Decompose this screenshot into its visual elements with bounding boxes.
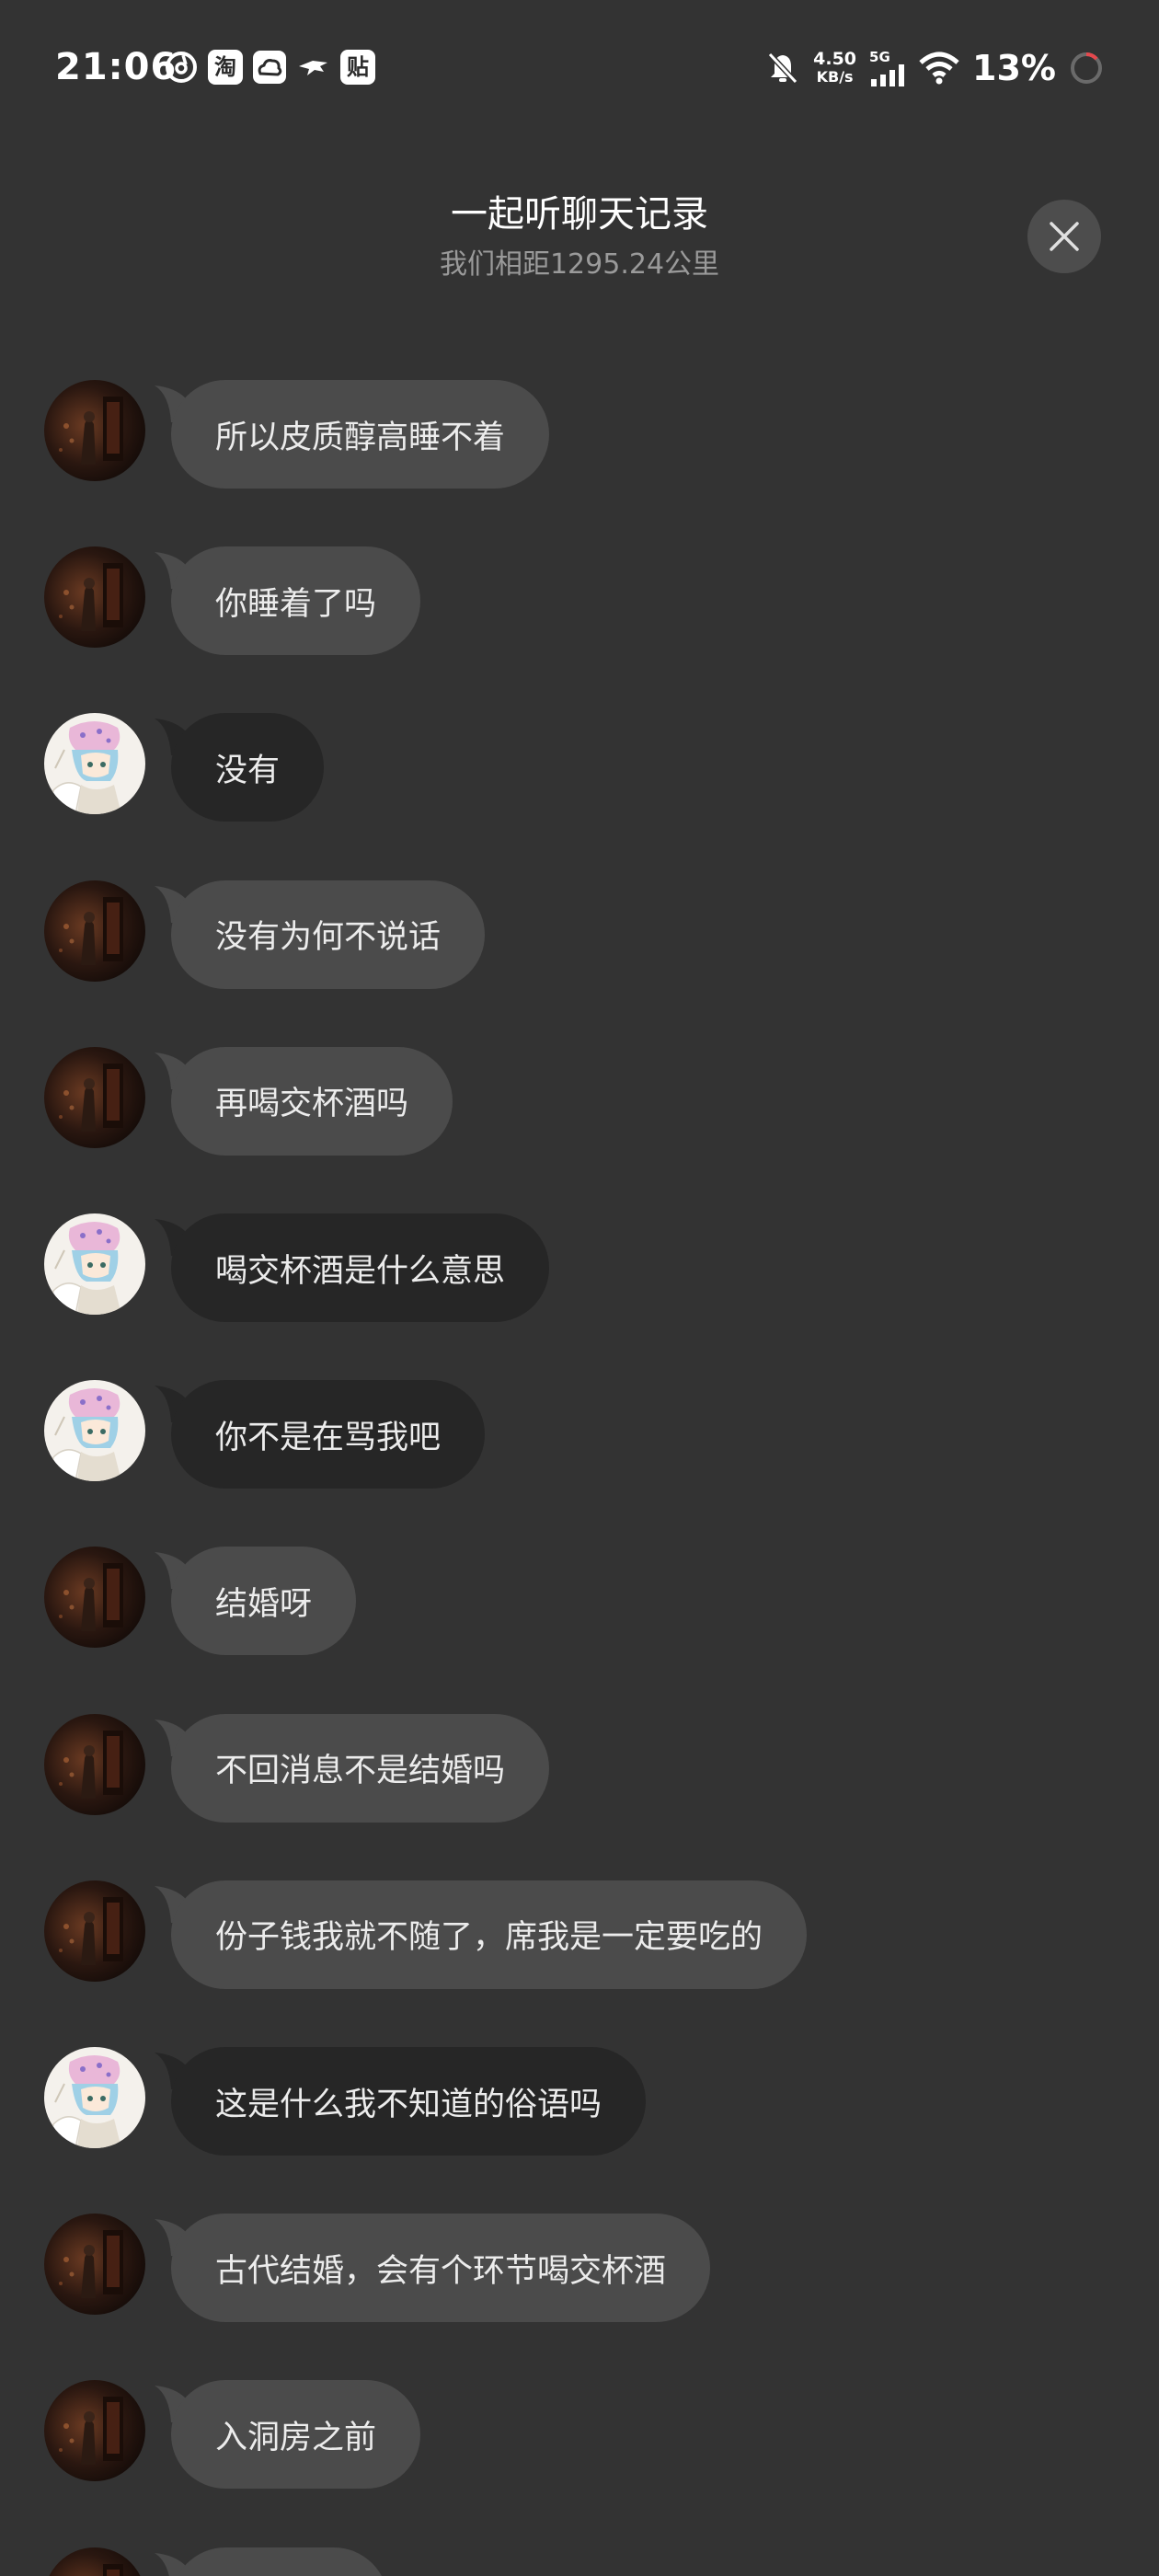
dark-photo-avatar-icon xyxy=(44,1880,145,1982)
message-row xyxy=(44,2547,1130,2576)
message-list[interactable]: 所以皮质醇高睡不着 你睡着了吗没有没有为何不说话 再喝交杯酒吗 喝交杯酒是什么意思 你不… xyxy=(0,0,1159,2576)
chat-history-screen: 21:06 淘 贴 4.50 KB/s 5G 13% 一起听聊天记录 我们相距1… xyxy=(0,0,1159,2576)
message-bubble[interactable] xyxy=(171,2547,388,2576)
message-row: 入洞房之前 xyxy=(44,2380,1130,2490)
dark-photo-avatar-icon xyxy=(44,2380,145,2482)
avatar-other[interactable] xyxy=(44,2547,145,2576)
message-bubble[interactable]: 你睡着了吗 xyxy=(171,546,421,656)
avatar-self[interactable] xyxy=(44,1213,145,1315)
message-bubble[interactable]: 喝交杯酒是什么意思 xyxy=(171,1213,550,1322)
message-row: 没有 xyxy=(44,713,1130,823)
message-bubble[interactable]: 没有 xyxy=(171,713,325,822)
avatar-other[interactable] xyxy=(44,1880,145,1982)
message-row: 没有为何不说话 xyxy=(44,880,1130,991)
avatar-other[interactable] xyxy=(44,1547,145,1649)
message-bubble[interactable]: 不回消息不是结婚吗 xyxy=(171,1713,550,1823)
message-bubble[interactable]: 所以皮质醇高睡不着 xyxy=(171,380,550,489)
message-bubble[interactable]: 入洞房之前 xyxy=(171,2380,421,2490)
dark-photo-avatar-icon xyxy=(44,880,145,982)
avatar-other[interactable] xyxy=(44,380,145,481)
message-bubble[interactable]: 结婚呀 xyxy=(171,1547,357,1656)
avatar-self[interactable] xyxy=(44,2047,145,2148)
message-bubble[interactable]: 你不是在骂我吧 xyxy=(171,1380,486,1489)
dark-photo-avatar-icon xyxy=(44,380,145,481)
message-row: 不回消息不是结婚吗 xyxy=(44,1713,1130,1824)
message-bubble[interactable]: 没有为何不说话 xyxy=(171,880,486,989)
message-row: 结婚呀 xyxy=(44,1547,1130,1657)
message-row: 再喝交杯酒吗 xyxy=(44,1046,1130,1157)
message-bubble[interactable]: 再喝交杯酒吗 xyxy=(171,1046,453,1156)
anime-girl-avatar-icon xyxy=(44,1380,145,1482)
anime-girl-avatar-icon xyxy=(44,2047,145,2148)
message-bubble[interactable]: 古代结婚，会有个环节喝交杯酒 xyxy=(171,2214,711,2323)
dark-photo-avatar-icon xyxy=(44,2547,145,2576)
dark-photo-avatar-icon xyxy=(44,1547,145,1649)
message-row: 古代结婚，会有个环节喝交杯酒 xyxy=(44,2214,1130,2324)
message-row: 所以皮质醇高睡不着 xyxy=(44,380,1130,490)
anime-girl-avatar-icon xyxy=(44,1213,145,1315)
message-row: 这是什么我不知道的俗语吗 xyxy=(44,2047,1130,2157)
avatar-other[interactable] xyxy=(44,2380,145,2482)
avatar-self[interactable] xyxy=(44,713,145,815)
dark-photo-avatar-icon xyxy=(44,1046,145,1148)
dark-photo-avatar-icon xyxy=(44,2214,145,2316)
anime-girl-avatar-icon xyxy=(44,713,145,815)
message-row: 喝交杯酒是什么意思 xyxy=(44,1213,1130,1324)
dark-photo-avatar-icon xyxy=(44,546,145,649)
message-row: 你不是在骂我吧 xyxy=(44,1380,1130,1490)
avatar-self[interactable] xyxy=(44,1380,145,1482)
message-bubble[interactable]: 份子钱我就不随了，席我是一定要吃的 xyxy=(171,1880,808,1989)
avatar-other[interactable] xyxy=(44,1713,145,1815)
avatar-other[interactable] xyxy=(44,1046,145,1148)
avatar-other[interactable] xyxy=(44,880,145,982)
message-bubble[interactable]: 这是什么我不知道的俗语吗 xyxy=(171,2047,647,2156)
avatar-other[interactable] xyxy=(44,546,145,649)
dark-photo-avatar-icon xyxy=(44,1713,145,1815)
message-row: 份子钱我就不随了，席我是一定要吃的 xyxy=(44,1880,1130,1991)
message-row: 你睡着了吗 xyxy=(44,546,1130,657)
avatar-other[interactable] xyxy=(44,2214,145,2316)
